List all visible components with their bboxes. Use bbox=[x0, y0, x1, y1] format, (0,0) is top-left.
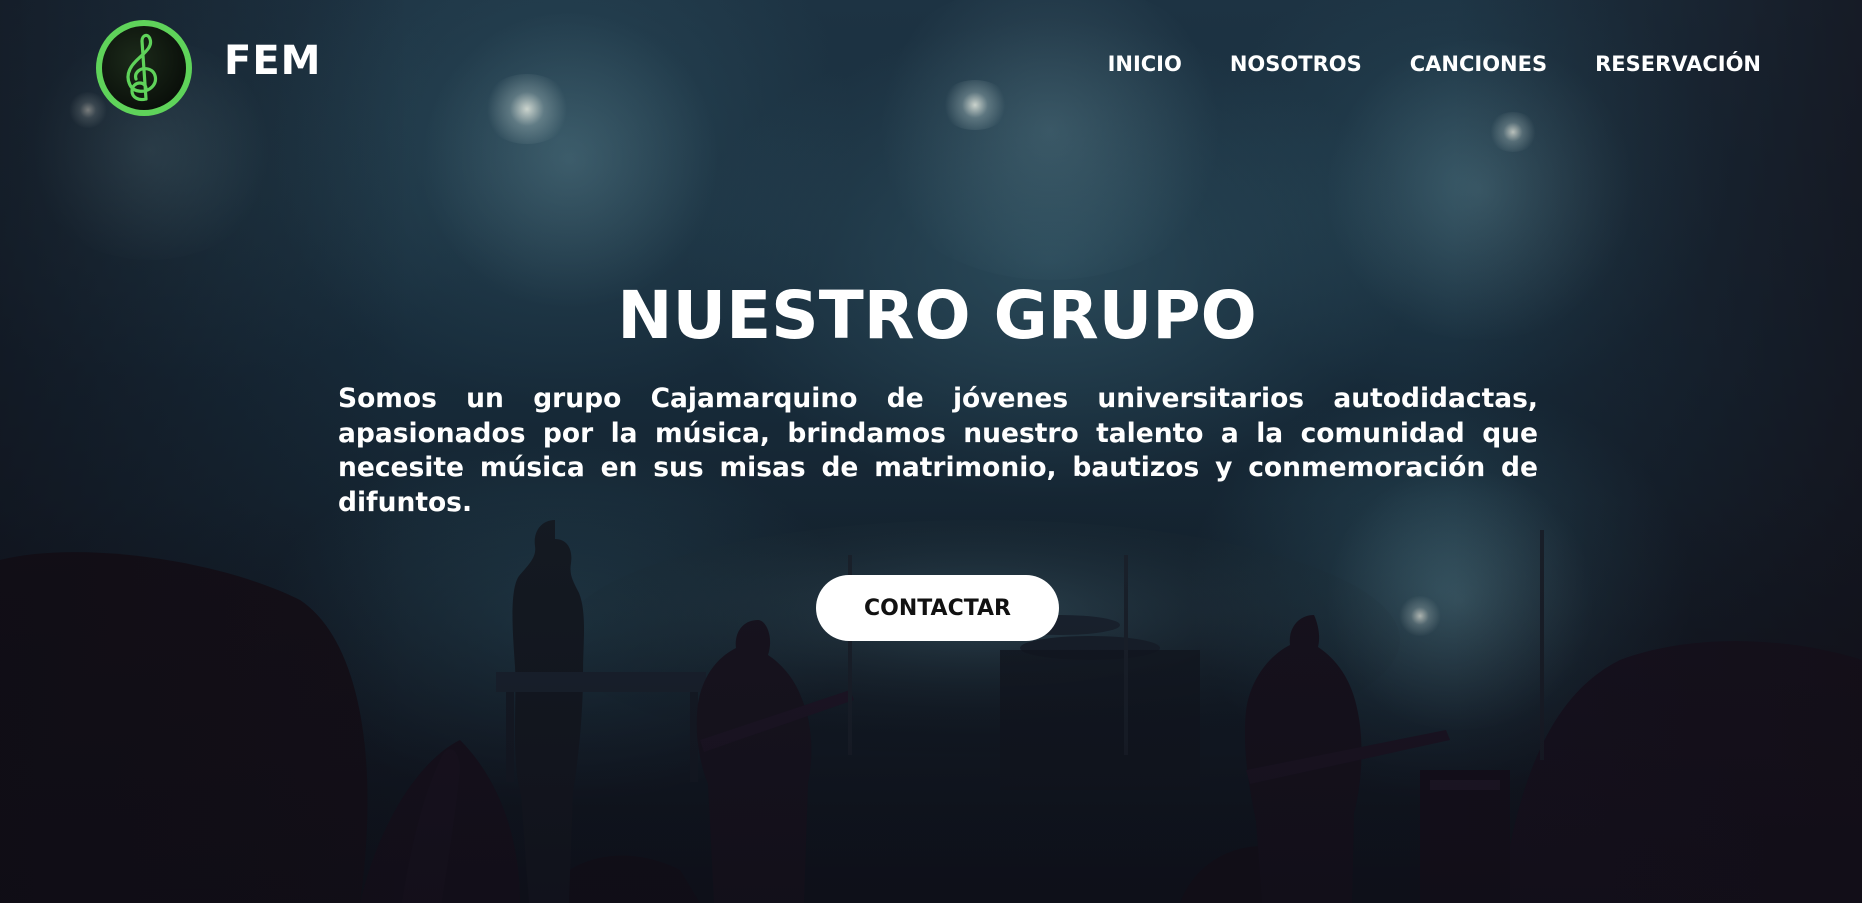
nav-item-inicio[interactable]: INICIO bbox=[1108, 52, 1182, 76]
logo[interactable] bbox=[96, 20, 192, 116]
nav-item-reservacion[interactable]: RESERVACIÓN bbox=[1595, 52, 1761, 76]
main-nav: INICIO NOSOTROS CANCIONES RESERVACIÓN bbox=[1108, 52, 1761, 76]
site-header: FEM INICIO NOSOTROS CANCIONES RESERVACIÓ… bbox=[0, 0, 1862, 140]
treble-clef-icon bbox=[102, 26, 186, 110]
hero-description: Somos un grupo Cajamarquino de jóvenes u… bbox=[338, 383, 1538, 518]
nav-item-canciones[interactable]: CANCIONES bbox=[1410, 52, 1547, 76]
nav-item-nosotros[interactable]: NOSOTROS bbox=[1230, 52, 1362, 76]
contact-button[interactable]: CONTACTAR bbox=[816, 575, 1059, 641]
hero-title: NUESTRO GRUPO bbox=[617, 277, 1257, 354]
brand-name[interactable]: FEM bbox=[224, 38, 321, 84]
